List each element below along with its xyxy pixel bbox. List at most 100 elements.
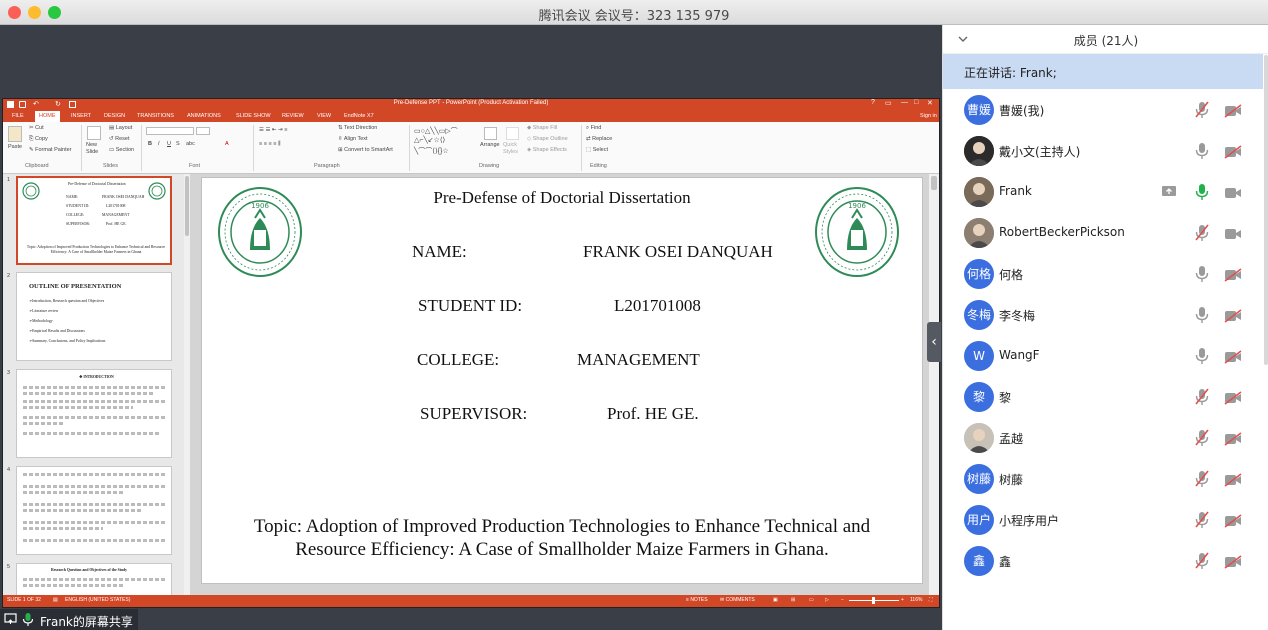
text-direction-button[interactable]: ⇅ Text Direction [338, 125, 377, 131]
font-color-button[interactable]: A [225, 141, 229, 147]
microphone-icon[interactable] [1195, 347, 1209, 365]
align-buttons[interactable]: ≡ ≡ ≡ ≡ ⫼ [259, 141, 280, 148]
camera-off-icon[interactable] [1224, 513, 1242, 528]
member-row[interactable]: 戴小文(主持人) [943, 130, 1263, 171]
mic-muted-icon[interactable] [1195, 552, 1209, 570]
quick-styles-button[interactable]: Quick Styles [503, 142, 523, 156]
replace-button[interactable]: ⇄ Replace [586, 136, 612, 142]
camera-icon[interactable] [1224, 185, 1242, 199]
slide-title[interactable]: Pre-Defense of Doctorial Dissertation [202, 188, 922, 208]
help-button[interactable]: ? [871, 99, 875, 106]
camera-icon[interactable] [1224, 226, 1242, 240]
convert-smartart-button[interactable]: ⊞ Convert to SmartArt [338, 147, 393, 153]
supervisor-value[interactable]: Prof. HE GE. [607, 404, 699, 424]
name-label[interactable]: NAME: [412, 242, 467, 262]
new-slide-icon[interactable] [87, 126, 101, 140]
normal-view-icon[interactable]: ▣ [773, 597, 778, 603]
language-indicator[interactable]: ENGLISH (UNITED STATES) [65, 597, 130, 603]
tab-animations[interactable]: ANIMATIONS [187, 113, 221, 119]
tab-slide-show[interactable]: SLIDE SHOW [236, 113, 271, 119]
shape-effects-button[interactable]: ◈ Shape Effects [527, 147, 567, 153]
shape-outline-button[interactable]: ◇ Shape Outline [527, 136, 568, 142]
sign-in-link[interactable]: Sign in [920, 113, 937, 119]
member-row[interactable]: 何格 何格 [943, 253, 1263, 294]
ribbon-display-options-button[interactable]: ▭ [885, 99, 892, 107]
member-row[interactable]: 用户 小程序用户 [943, 499, 1263, 540]
ppt-close-button[interactable]: ✕ [927, 99, 933, 107]
member-row[interactable]: 冬梅 李冬梅 [943, 294, 1263, 335]
select-button[interactable]: ⬚ Select [586, 147, 608, 153]
copy-button[interactable]: ⎘ Copy [29, 136, 48, 143]
zoom-in-icon[interactable]: + [901, 597, 904, 603]
spellcheck-icon[interactable]: ▤ [53, 597, 58, 603]
tab-insert[interactable]: INSERT [71, 113, 91, 119]
format-painter-button[interactable]: ✎ Format Painter [29, 147, 72, 153]
cut-button[interactable]: ✂ Cut [29, 125, 44, 131]
quick-styles-icon[interactable] [506, 127, 519, 140]
camera-off-icon[interactable] [1224, 103, 1242, 118]
zoom-level[interactable]: 116% [910, 597, 922, 603]
ppt-restore-button[interactable]: □ [914, 99, 918, 106]
camera-off-icon[interactable] [1224, 431, 1242, 446]
camera-off-icon[interactable] [1224, 472, 1242, 487]
slide-thumbnail-5[interactable]: Research Question and Objectives of the … [16, 563, 172, 595]
align-text-button[interactable]: ⇳ Align Text [338, 136, 368, 142]
member-row[interactable]: 孟越 [943, 417, 1263, 458]
mic-muted-icon[interactable] [1195, 470, 1209, 488]
strikethrough-button[interactable]: abc [186, 141, 195, 147]
supervisor-label[interactable]: SUPERVISOR: [420, 404, 527, 424]
name-value[interactable]: FRANK OSEI DANQUAH [583, 242, 773, 262]
new-slide-button[interactable]: New Slide [86, 142, 106, 156]
bullets-button[interactable]: ☰ ☰ ⇤ ⇥ ≡ [259, 127, 287, 133]
font-size-dropdown[interactable] [196, 127, 210, 135]
notes-button[interactable]: ≡ NOTES [686, 597, 708, 603]
slide-thumbnail-2[interactable]: OUTLINE OF PRESENTATION ➢Introduction, R… [16, 272, 172, 361]
arrange-icon[interactable] [484, 127, 497, 140]
shapes-gallery-row3[interactable]: ╲⌒⌒⟨⟩{}☆ [414, 146, 449, 156]
tab-design[interactable]: DESIGN [104, 113, 125, 119]
slide-topic-line1[interactable]: Topic: Adoption of Improved Production T… [202, 516, 922, 538]
slide-sorter-icon[interactable]: ⊞ [791, 597, 795, 603]
member-row[interactable]: 曹媛 曹媛(我) [943, 89, 1263, 130]
slide-scrollbar[interactable] [929, 174, 939, 595]
shapes-gallery-row2[interactable]: △⌐╲↙☆⟨⟩ [414, 136, 445, 144]
reset-button[interactable]: ↺ Reset [109, 136, 130, 142]
tab-transitions[interactable]: TRANSITIONS [137, 113, 174, 119]
paste-button[interactable]: Paste [8, 144, 22, 150]
scrollbar-thumb[interactable] [185, 176, 189, 236]
tab-file[interactable]: FILE [12, 113, 24, 119]
bold-button[interactable]: B [148, 141, 152, 147]
find-button[interactable]: ⌕ Find [586, 125, 601, 132]
paste-icon[interactable] [8, 126, 22, 142]
college-value[interactable]: MANAGEMENT [577, 350, 700, 370]
camera-off-icon[interactable] [1224, 308, 1242, 323]
camera-off-icon[interactable] [1224, 390, 1242, 405]
member-row[interactable]: 鑫鑫 [943, 540, 1263, 581]
member-row[interactable]: W WangF [943, 335, 1263, 376]
shadow-button[interactable]: S [176, 141, 180, 147]
camera-off-icon[interactable] [1224, 349, 1242, 364]
zoom-out-icon[interactable]: − [841, 597, 844, 603]
member-row[interactable]: Frank [943, 171, 1263, 212]
shapes-gallery[interactable]: ▭○△╲╲▭▷⌒ [414, 126, 458, 136]
font-name-dropdown[interactable] [146, 127, 194, 135]
zoom-slider-thumb[interactable] [872, 597, 875, 604]
slide-topic-line2[interactable]: Resource Efficiency: A Case of Smallhold… [202, 539, 922, 561]
slide-thumbnail-4[interactable] [16, 466, 172, 555]
member-list-scrollbar[interactable] [1264, 55, 1268, 365]
comments-button[interactable]: ✉ COMMENTS [720, 597, 755, 603]
member-row[interactable]: 树藤 树藤 [943, 458, 1263, 499]
ppt-minimize-button[interactable]: — [901, 99, 908, 106]
italic-button[interactable]: I [158, 141, 160, 147]
reading-view-icon[interactable]: ▭ [809, 597, 814, 603]
tab-review[interactable]: REVIEW [282, 113, 304, 119]
current-slide[interactable]: 1906 1906 Pre-Defense of Doctorial Disse… [201, 177, 923, 584]
camera-off-icon[interactable] [1224, 554, 1242, 569]
member-row[interactable]: 黎黎 [943, 376, 1263, 417]
mic-muted-icon[interactable] [1195, 224, 1209, 242]
fit-slide-icon[interactable]: ⛶ [929, 597, 933, 603]
tab-endnote[interactable]: EndNote X7 [344, 113, 374, 119]
microphone-icon[interactable] [1195, 306, 1209, 324]
microphone-icon[interactable] [1195, 265, 1209, 283]
mic-muted-icon[interactable] [1195, 101, 1209, 119]
